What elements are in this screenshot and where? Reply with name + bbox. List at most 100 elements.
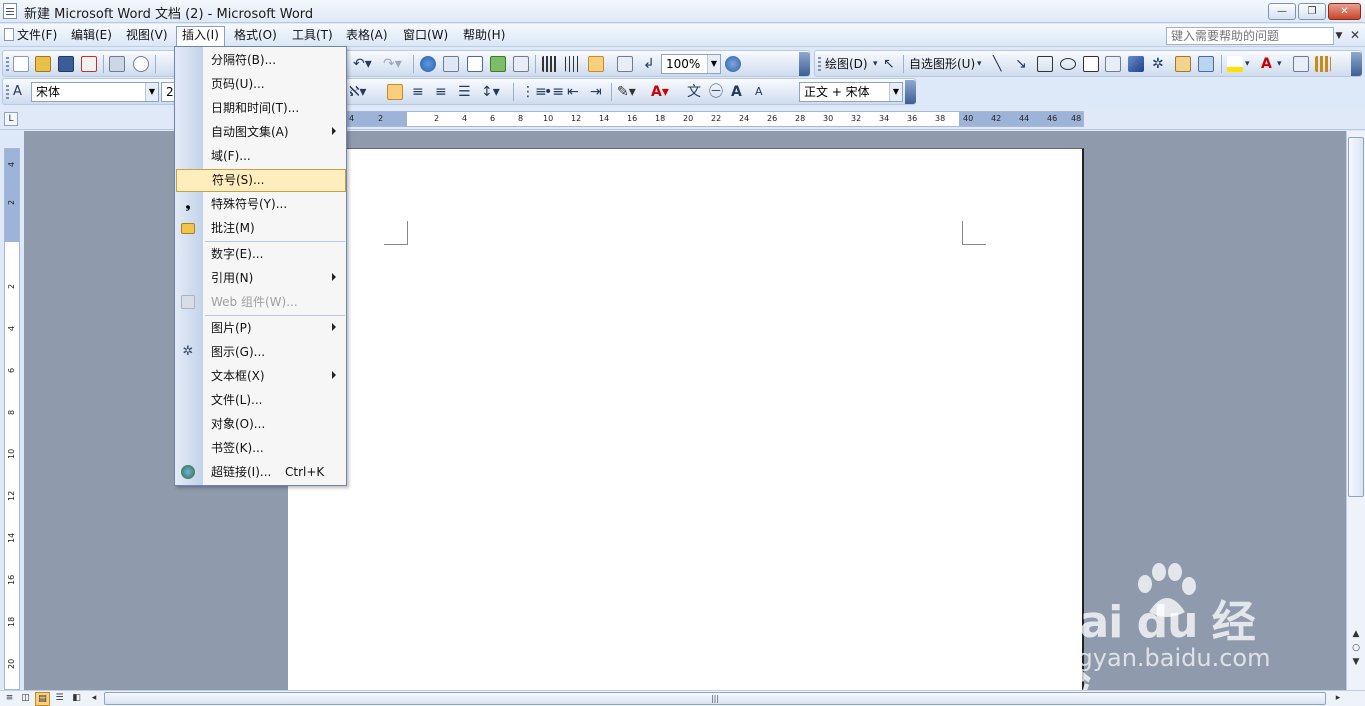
menu-view[interactable]: 视图(V) [121, 27, 173, 44]
menu-help[interactable]: 帮助(H) [458, 27, 510, 44]
menu-item-date-time[interactable]: 日期和时间(T)... [175, 97, 346, 120]
font-name-combo[interactable]: 宋体 ▼ [31, 82, 159, 102]
select-objects-icon[interactable]: ↖ [883, 54, 895, 74]
web-layout-icon[interactable]: ◫ [18, 692, 33, 706]
line-icon[interactable]: ╲ [993, 54, 1001, 74]
menu-item-bookmark[interactable]: 书签(K)... [175, 437, 346, 460]
menu-item-number[interactable]: 数字(E)... [175, 243, 346, 266]
document-page[interactable] [288, 148, 1084, 706]
wordart-icon[interactable] [1128, 56, 1144, 72]
menu-window[interactable]: 窗口(W) [398, 27, 453, 44]
word-app-icon[interactable] [3, 3, 17, 19]
drawing-toggle-icon[interactable] [588, 56, 604, 72]
insert-picture-icon[interactable] [1198, 56, 1214, 72]
fill-color-dropdown-icon[interactable]: ▾ [1245, 54, 1250, 74]
scroll-right-icon[interactable]: ▸ [1332, 692, 1344, 705]
fill-color-icon[interactable] [1227, 56, 1243, 72]
zoom-dropdown-arrow-icon[interactable]: ▼ [707, 55, 720, 73]
insert-diagram-icon[interactable]: ✲ [1152, 54, 1164, 74]
horizontal-scroll-thumb[interactable]: ||| [104, 692, 1326, 705]
rectangle-icon[interactable] [1037, 56, 1053, 72]
help-icon[interactable] [725, 56, 741, 72]
insert-excel-icon[interactable] [490, 56, 506, 72]
print-icon[interactable] [109, 56, 125, 72]
toolbar-grip[interactable] [818, 57, 821, 71]
vertical-scrollbar[interactable]: ▲ ○ ▼ [1346, 131, 1365, 690]
outline-view-icon[interactable]: ☰ [52, 692, 67, 706]
menu-table[interactable]: 表格(A) [341, 27, 393, 44]
menu-item-symbol[interactable]: 符号(S)... [176, 169, 346, 192]
increase-indent-icon[interactable]: ⇥ [590, 82, 602, 102]
vertical-ruler[interactable]: 4 2 2 4 6 8 10 12 14 16 18 20 [4, 148, 20, 690]
new-document-icon[interactable] [13, 56, 29, 72]
align-right-icon[interactable]: ≡ [435, 82, 447, 102]
reading-layout-icon[interactable]: ◧ [69, 692, 84, 706]
menu-item-file[interactable]: 文件(L)... [175, 389, 346, 412]
menu-item-page-numbers[interactable]: 页码(U)... [175, 73, 346, 96]
menu-edit[interactable]: 编辑(E) [66, 27, 117, 44]
save-icon[interactable] [58, 56, 74, 72]
menu-item-reference[interactable]: 引用(N) [175, 267, 346, 290]
style-combo[interactable]: 正文 + 宋体 ▼ [799, 82, 903, 102]
menu-item-field[interactable]: 域(F)... [175, 145, 346, 168]
next-page-icon[interactable]: ▼ [1348, 657, 1364, 671]
oval-icon[interactable] [1060, 58, 1076, 70]
clip-art-icon[interactable] [1175, 56, 1191, 72]
tab-selector-icon[interactable]: L [4, 112, 18, 126]
vertical-scroll-thumb[interactable] [1348, 137, 1364, 497]
3d-style-icon[interactable] [1315, 56, 1331, 72]
print-layout-icon[interactable]: ▤ [35, 692, 50, 706]
line-spacing-icon[interactable]: ↕▾ [481, 82, 500, 102]
zoom-combo[interactable]: 100% ▼ [661, 54, 721, 74]
shadow-style-icon[interactable] [1293, 56, 1309, 72]
insert-hyperlink-icon[interactable] [420, 56, 436, 72]
previous-page-icon[interactable]: ▲ [1348, 629, 1364, 643]
show-formatting-icon[interactable] [565, 56, 581, 72]
horizontal-scrollbar[interactable]: ≡ ◫ ▤ ☰ ◧ ◂ ||| ▸ [0, 690, 1365, 706]
normal-view-icon[interactable]: ≡ [2, 692, 17, 706]
autoshapes-button[interactable]: 自选图形(U) [909, 55, 975, 73]
toolbar-options-icon[interactable] [799, 52, 810, 76]
menu-format[interactable]: 格式(O) [229, 27, 282, 44]
toolbar-grip[interactable] [6, 85, 9, 99]
close-button[interactable]: ✕ [1328, 3, 1361, 20]
character-scaling-icon[interactable]: ℵ▾ [349, 82, 366, 102]
draw-menu-button[interactable]: 绘图(D) [825, 55, 868, 73]
tables-borders-icon[interactable] [443, 56, 459, 72]
menu-item-hyperlink[interactable]: 超链接(I)... Ctrl+K [175, 461, 346, 484]
undo-icon[interactable]: ↶▾ [353, 54, 372, 74]
menu-item-picture[interactable]: 图片(P) [175, 317, 346, 340]
grow-font-icon[interactable]: A [731, 82, 742, 102]
document-map-icon[interactable] [542, 56, 558, 72]
numbering-icon[interactable]: ⋮≡ [521, 82, 547, 102]
menu-tools[interactable]: 工具(T) [287, 27, 338, 44]
permission-icon[interactable] [81, 56, 97, 72]
draw-dropdown-icon[interactable]: ▾ [873, 54, 878, 74]
phonetic-guide-icon[interactable]: 文 [687, 82, 701, 102]
show-hide-paragraph-icon[interactable]: ↲ [643, 54, 655, 74]
menu-item-comment[interactable]: 批注(M) [175, 217, 346, 240]
bullets-icon[interactable]: •≡ [544, 82, 564, 102]
columns-icon[interactable] [513, 56, 529, 72]
scroll-left-icon[interactable]: ◂ [88, 692, 100, 705]
decrease-indent-icon[interactable]: ⇤ [567, 82, 579, 102]
styles-formatting-icon[interactable]: A [13, 82, 22, 102]
align-center-icon[interactable]: ≡ [412, 82, 424, 102]
horizontal-ruler[interactable]: 4 2 2 4 6 8 10 12 14 16 18 20 22 24 26 2… [288, 111, 1084, 127]
toolbar-options-icon[interactable] [905, 80, 916, 104]
menu-item-diagram[interactable]: ✲ 图示(G)... [175, 341, 346, 364]
font-name-dropdown-arrow-icon[interactable]: ▼ [145, 83, 158, 101]
text-box-icon[interactable] [1083, 56, 1099, 72]
minimize-button[interactable]: — [1268, 3, 1296, 20]
vertical-text-box-icon[interactable] [1105, 56, 1121, 72]
help-dropdown-arrow-icon[interactable]: ▼ [1333, 27, 1345, 45]
print-preview-icon[interactable] [133, 56, 149, 72]
restore-button[interactable]: ❐ [1298, 3, 1326, 20]
browse-object-icon[interactable]: ○ [1348, 643, 1364, 657]
font-color-icon[interactable]: A▾ [651, 82, 669, 102]
align-left-icon[interactable] [387, 84, 403, 100]
font-color-icon[interactable]: A [1261, 54, 1272, 74]
font-color-dropdown-icon[interactable]: ▾ [1277, 54, 1282, 74]
menu-item-break[interactable]: 分隔符(B)... [175, 49, 346, 72]
toolbar-options-icon[interactable] [1351, 52, 1362, 76]
